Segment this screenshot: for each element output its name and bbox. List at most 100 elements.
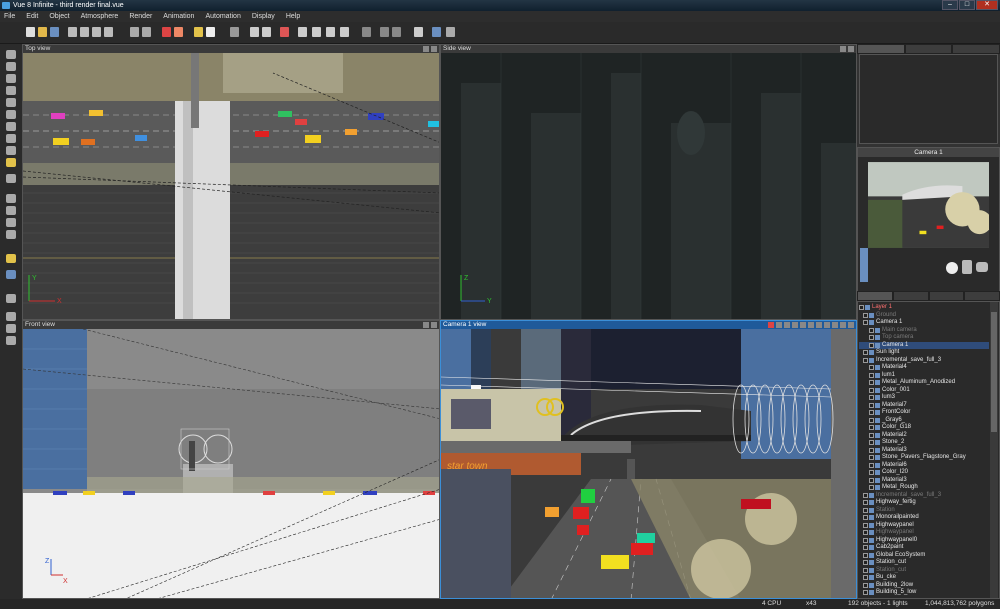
- world-browser-item[interactable]: _Gray6_: [859, 417, 989, 425]
- expand-toggle-icon[interactable]: [869, 432, 874, 438]
- expand-toggle-icon[interactable]: [863, 560, 868, 566]
- camera-tool-icon[interactable]: [6, 270, 16, 279]
- expand-toggle-icon[interactable]: [869, 477, 874, 483]
- expand-toggle-icon[interactable]: [869, 365, 874, 371]
- expand-toggle-icon[interactable]: [869, 387, 874, 393]
- menu-help[interactable]: Help: [286, 11, 300, 22]
- film-icon[interactable]: [380, 27, 389, 37]
- viewport-tool-icon[interactable]: [824, 322, 830, 328]
- menu-render[interactable]: Render: [129, 11, 152, 22]
- world-browser-item[interactable]: Building_5_low: [859, 589, 989, 597]
- world-browser-item[interactable]: Cab2paint: [859, 544, 989, 552]
- viewport-menu-icon[interactable]: [423, 46, 429, 52]
- expand-toggle-icon[interactable]: [869, 410, 874, 416]
- expand-toggle-icon[interactable]: [863, 492, 868, 498]
- pan-hand-icon[interactable]: [946, 262, 958, 274]
- expand-toggle-icon[interactable]: [863, 515, 868, 521]
- world-browser-item[interactable]: Camera 1: [859, 341, 989, 349]
- tab-objects[interactable]: [857, 291, 893, 301]
- expand-toggle-icon[interactable]: [869, 380, 874, 386]
- cone-icon[interactable]: [6, 218, 16, 227]
- circle-icon[interactable]: [326, 27, 335, 37]
- menu-file[interactable]: File: [4, 11, 15, 22]
- world-browser-item[interactable]: Station_cut: [859, 567, 989, 575]
- paste-icon[interactable]: [92, 27, 101, 37]
- world-browser-item[interactable]: FrontColor: [859, 409, 989, 417]
- timeline-icon[interactable]: [392, 27, 401, 37]
- world-browser-item[interactable]: Highwaypanel: [859, 529, 989, 537]
- world-browser-item[interactable]: Camera 1: [859, 319, 989, 327]
- viewport-maximize-icon[interactable]: [431, 46, 437, 52]
- expand-toggle-icon[interactable]: [869, 395, 874, 401]
- world-browser-item[interactable]: Highway_fertig: [859, 499, 989, 507]
- world-browser-item[interactable]: Material3: [859, 477, 989, 485]
- world-browser-item[interactable]: Main camera: [859, 327, 989, 335]
- expand-toggle-icon[interactable]: [869, 447, 874, 453]
- expand-toggle-icon[interactable]: [863, 500, 868, 506]
- tool-move-icon[interactable]: [6, 62, 16, 71]
- viewport-tool-icon[interactable]: [832, 322, 838, 328]
- viewport-menu-icon[interactable]: [840, 322, 846, 328]
- expand-toggle-icon[interactable]: [869, 425, 874, 431]
- world-browser-item[interactable]: Monorailpainted: [859, 514, 989, 522]
- material-editor-icon[interactable]: [250, 27, 259, 37]
- render-area-icon[interactable]: [174, 27, 183, 37]
- expand-toggle-icon[interactable]: [863, 582, 868, 588]
- minimize-button[interactable]: –: [942, 0, 958, 10]
- expand-toggle-icon[interactable]: [859, 305, 864, 311]
- tool-select-icon[interactable]: [6, 50, 16, 59]
- world-browser-item[interactable]: Color_001: [859, 387, 989, 395]
- undo-icon[interactable]: [130, 27, 139, 37]
- atmosphere-icon[interactable]: [194, 27, 203, 37]
- object-icon[interactable]: [230, 27, 239, 37]
- world-browser-item[interactable]: Highwaypanel: [859, 522, 989, 530]
- metablob-icon[interactable]: [6, 324, 16, 333]
- camera-move-icon[interactable]: [962, 260, 972, 274]
- world-browser-item[interactable]: Sun light: [859, 349, 989, 357]
- menu-object[interactable]: Object: [49, 11, 69, 22]
- viewport-tool-icon[interactable]: [816, 322, 822, 328]
- top-viewport[interactable]: Top view Y X: [22, 44, 440, 320]
- world-browser-scrollbar[interactable]: [990, 302, 998, 598]
- world-browser-item[interactable]: Material7: [859, 402, 989, 410]
- menu-display[interactable]: Display: [252, 11, 275, 22]
- viewport-tool-icon[interactable]: [792, 322, 798, 328]
- clouds-icon[interactable]: [206, 27, 215, 37]
- world-browser-item[interactable]: Metal_Aluminum_Anodized: [859, 379, 989, 387]
- new-file-icon[interactable]: [26, 27, 35, 37]
- viewport-maximize-icon[interactable]: [431, 322, 437, 328]
- expand-toggle-icon[interactable]: [869, 327, 874, 333]
- ecosystem-icon[interactable]: [6, 294, 16, 303]
- tab-numerics[interactable]: [904, 44, 953, 54]
- expand-toggle-icon[interactable]: [869, 455, 874, 461]
- world-browser-item[interactable]: Incremental_save_full_3: [859, 492, 989, 500]
- group-tool-icon[interactable]: [6, 336, 16, 345]
- viewport-tool-icon[interactable]: [800, 322, 806, 328]
- menu-automation[interactable]: Automation: [205, 11, 240, 22]
- world-browser-item[interactable]: Color_G18: [859, 424, 989, 432]
- maximize-button[interactable]: □: [959, 0, 975, 10]
- expand-toggle-icon[interactable]: [863, 545, 868, 551]
- render-icon[interactable]: [162, 27, 171, 37]
- duplicate-icon[interactable]: [104, 27, 113, 37]
- graph-icon[interactable]: [414, 27, 423, 37]
- world-browser-item[interactable]: Color_I20: [859, 469, 989, 477]
- world-browser-item[interactable]: Layer 1: [859, 304, 989, 312]
- viewport-menu-icon[interactable]: [840, 46, 846, 52]
- expand-toggle-icon[interactable]: [863, 552, 868, 558]
- tab-materials[interactable]: [892, 291, 929, 301]
- render-viewport-icon[interactable]: [768, 322, 774, 328]
- plant-icon[interactable]: [6, 158, 16, 167]
- world-browser-item[interactable]: Material2: [859, 432, 989, 440]
- world-browser-item[interactable]: Material3: [859, 447, 989, 455]
- select-icon[interactable]: [262, 27, 271, 37]
- copy-icon[interactable]: [80, 27, 89, 37]
- world-browser-item[interactable]: Station: [859, 507, 989, 515]
- sphere-tool-icon[interactable]: [6, 134, 16, 143]
- cube-icon[interactable]: [6, 174, 16, 183]
- minus-circle-icon[interactable]: [340, 27, 349, 37]
- boolean-icon[interactable]: [6, 312, 16, 321]
- terrain-icon[interactable]: [6, 86, 16, 95]
- open-file-icon[interactable]: [38, 27, 47, 37]
- cylinder-icon[interactable]: [6, 194, 16, 203]
